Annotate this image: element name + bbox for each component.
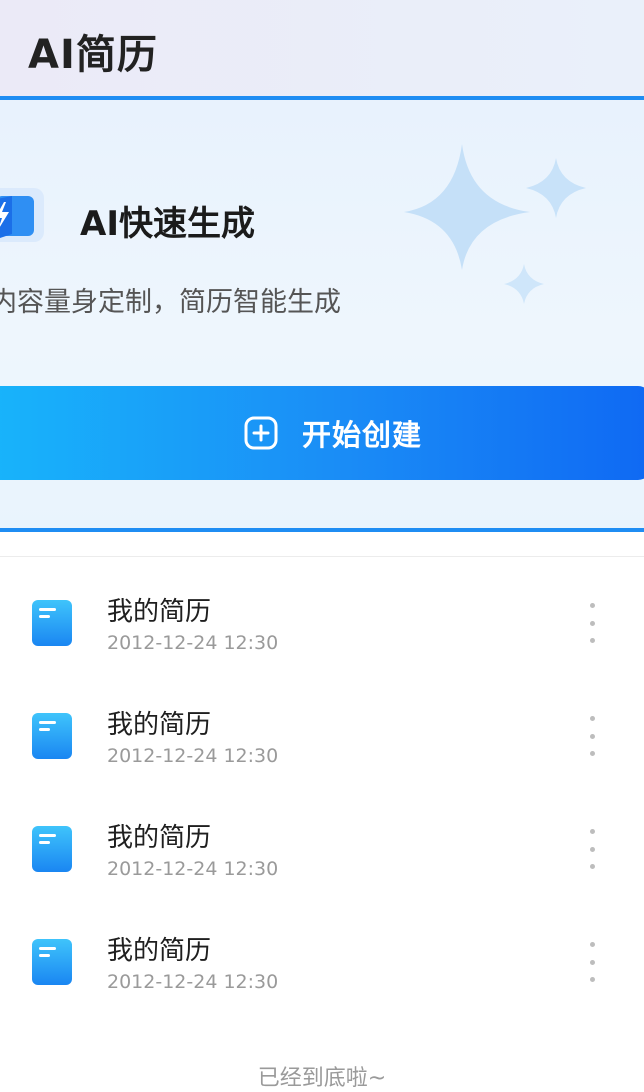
resume-date: 2012-12-24 12:30: [107, 632, 279, 654]
resume-list-item[interactable]: 我的简历 2012-12-24 12:30: [0, 566, 644, 679]
resume-list-item[interactable]: 我的简历 2012-12-24 12:30: [0, 679, 644, 792]
app-header: AI简历: [0, 0, 644, 96]
hero-title: AI快速生成: [80, 204, 255, 244]
start-create-button[interactable]: 开始创建: [0, 386, 644, 480]
list-end-text: 已经到底啦~: [257, 1066, 387, 1091]
more-options-icon[interactable]: [580, 942, 604, 982]
resume-date: 2012-12-24 12:30: [107, 971, 279, 993]
resume-list-item[interactable]: 我的简历 2012-12-24 12:30: [0, 905, 644, 1018]
document-icon: [32, 826, 72, 872]
resume-list-item[interactable]: 我的简历 2012-12-24 12:30: [0, 792, 644, 905]
plus-square-icon: [244, 416, 278, 450]
document-icon: [32, 713, 72, 759]
ai-generate-card: AI快速生成 内容量身定制，简历智能生成 开始创建: [0, 96, 644, 532]
hero-subtitle: 内容量身定制，简历智能生成: [0, 287, 341, 318]
resume-date: 2012-12-24 12:30: [107, 745, 279, 767]
resume-date: 2012-12-24 12:30: [107, 858, 279, 880]
more-options-icon[interactable]: [580, 829, 604, 869]
ai-lightning-logo-icon: [0, 188, 44, 242]
resume-title: 我的简历: [107, 936, 212, 966]
start-create-label: 开始创建: [301, 418, 422, 452]
resume-title: 我的简历: [107, 710, 212, 740]
divider: [0, 556, 644, 557]
document-icon: [32, 600, 72, 646]
page-title: AI简历: [28, 32, 158, 78]
resume-title: 我的简历: [107, 597, 212, 627]
document-icon: [32, 939, 72, 985]
more-options-icon[interactable]: [580, 603, 604, 643]
resume-title: 我的简历: [107, 823, 212, 853]
more-options-icon[interactable]: [580, 716, 604, 756]
